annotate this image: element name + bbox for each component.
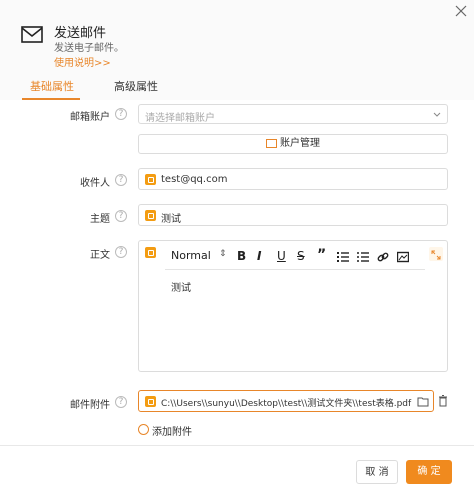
subject-label: 主题 [90, 214, 110, 225]
bold-button[interactable]: B [237, 249, 246, 263]
help-icon: ? [115, 396, 127, 408]
expand-icon[interactable] [429, 247, 443, 261]
variable-icon [145, 247, 156, 258]
dialog-subtitle: 发送电子邮件。 [54, 43, 124, 54]
help-icon: ? [115, 174, 127, 186]
attachment-input[interactable]: C:\\Users\\sunyu\\Desktop\\test\\测试文件夹\\… [138, 390, 434, 412]
editor-content: 测试 [171, 283, 191, 294]
form-body: 邮箱账户 ? 请选择邮箱账户 账户管理 收件人 ? test@qq.com 主题… [0, 100, 474, 445]
bullet-list-icon[interactable] [357, 251, 369, 263]
cancel-button[interactable]: 取 消 [356, 460, 398, 484]
tab-advanced[interactable]: 高级属性 [114, 78, 158, 94]
italic-button[interactable]: I [257, 249, 261, 263]
format-updown-icon: ⇕ [219, 249, 227, 259]
editor-toolbar: Normal ⇕ B I U S ” [165, 247, 425, 269]
format-select[interactable]: Normal [171, 249, 211, 262]
account-manage-button[interactable]: 账户管理 [138, 134, 448, 154]
recipient-value: test@qq.com [161, 174, 228, 185]
folder-icon[interactable] [417, 396, 429, 407]
trash-icon[interactable] [438, 395, 448, 407]
send-email-dialog: 发送邮件 发送电子邮件。 使用说明>> 基础属性 高级属性 邮箱账户 ? 请选择… [0, 0, 474, 487]
add-attachment-button[interactable]: 添加附件 [152, 423, 192, 438]
body-label: 正文 [90, 250, 110, 261]
subject-value: 测试 [161, 214, 181, 225]
recipient-label: 收件人 [80, 178, 110, 189]
close-icon[interactable] [454, 4, 468, 18]
link-icon[interactable] [377, 251, 389, 263]
tab-basic[interactable]: 基础属性 [30, 78, 74, 94]
chevron-down-icon [433, 112, 441, 117]
help-icon: ? [115, 210, 127, 222]
dialog-footer: 取 消 确 定 [0, 445, 474, 487]
attachment-label: 邮件附件 [70, 400, 110, 411]
quote-button[interactable]: ” [317, 247, 326, 263]
usage-link[interactable]: 使用说明>> [54, 54, 111, 69]
variable-icon [145, 210, 156, 221]
subject-input[interactable]: 测试 [138, 204, 448, 226]
underline-button[interactable]: U [277, 249, 286, 263]
variable-icon [145, 396, 156, 407]
image-icon[interactable] [397, 251, 409, 263]
account-label: 邮箱账户 [70, 112, 110, 123]
recipient-input[interactable]: test@qq.com [138, 168, 448, 190]
account-select[interactable]: 请选择邮箱账户 [138, 104, 448, 124]
envelope-icon [21, 26, 43, 43]
dialog-header: 发送邮件 发送电子邮件。 使用说明>> 基础属性 高级属性 [0, 0, 474, 100]
attachment-value: C:\\Users\\sunyu\\Desktop\\test\\测试文件夹\\… [161, 399, 412, 409]
help-icon: ? [115, 246, 127, 258]
ordered-list-icon[interactable] [337, 251, 349, 263]
mail-settings-icon [266, 138, 277, 148]
body-editor[interactable]: Normal ⇕ B I U S ” 测试 [138, 240, 448, 372]
help-icon: ? [115, 108, 127, 120]
strike-button[interactable]: S [297, 249, 305, 263]
account-manage-label: 账户管理 [280, 138, 320, 149]
variable-icon [145, 174, 156, 185]
tab-bar: 基础属性 高级属性 [0, 74, 474, 100]
add-icon [138, 424, 149, 435]
confirm-button[interactable]: 确 定 [406, 460, 452, 484]
toolbar-divider [165, 269, 425, 270]
account-placeholder: 请选择邮箱账户 [145, 113, 215, 124]
